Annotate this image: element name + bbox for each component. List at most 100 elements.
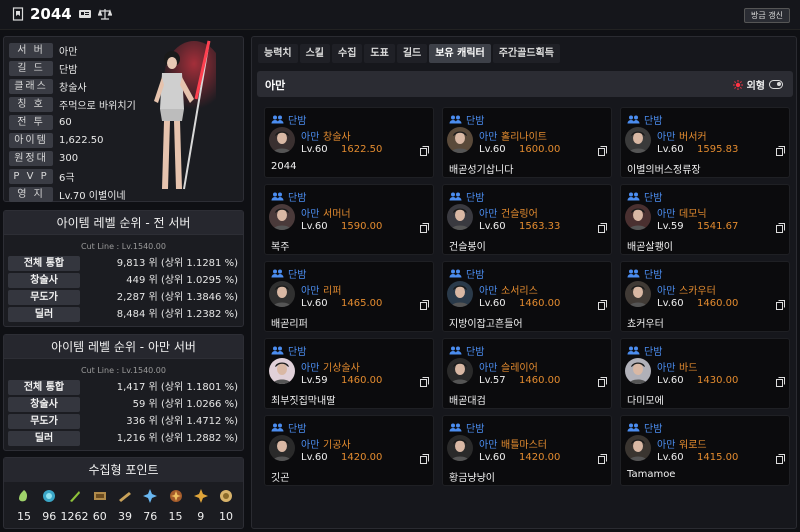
character-card[interactable]: 단밤 아만 창술사 Lv.60 1622.50 2044 (264, 107, 434, 178)
character-level: Lv.59 (657, 221, 684, 232)
copy-icon[interactable] (420, 300, 429, 310)
users-icon (449, 346, 462, 355)
copy-icon[interactable] (598, 377, 607, 387)
tab-1[interactable]: 스킬 (299, 44, 331, 63)
copy-icon[interactable] (776, 223, 785, 233)
character-server: 아만 (657, 132, 676, 143)
guild-name: 단밤 (288, 193, 307, 204)
guild-tag: 단밤 (627, 266, 662, 281)
collection-item[interactable]: 10 (214, 488, 238, 523)
profile-value: 창술사 (59, 82, 87, 94)
copy-icon[interactable] (420, 146, 429, 156)
character-card[interactable]: 단밤 아만 소서리스 Lv.60 1460.00 지방이잡고흔들어 (442, 261, 612, 332)
copy-icon[interactable] (420, 223, 429, 233)
copy-icon[interactable] (776, 146, 785, 156)
collection-item[interactable]: 39 (113, 488, 137, 523)
guild-tag: 단밤 (449, 420, 484, 435)
rank-all-cutline: Cut Line : Lv.1540.00 (81, 242, 166, 251)
collection-item[interactable]: 9 (189, 488, 213, 523)
tab-2[interactable]: 수집 (332, 44, 363, 63)
collection-item[interactable]: 15 (164, 488, 188, 523)
character-card[interactable]: 단밤 아만 바드 Lv.60 1430.00 다미모에 (620, 338, 790, 409)
collection-item[interactable]: 76 (138, 488, 162, 523)
guild-name: 단밤 (466, 116, 485, 127)
rank-value: 1,417 위 (상위 1.1801 %) (116, 382, 238, 393)
copy-icon[interactable] (598, 300, 607, 310)
character-class: 소서리스 (501, 286, 538, 297)
tab-3[interactable]: 도표 (364, 44, 395, 63)
guild-tag: 단밤 (271, 112, 306, 127)
character-class: 서머너 (323, 209, 351, 220)
character-avatar (447, 281, 473, 307)
character-level: Lv.59 (301, 375, 328, 386)
character-server: 아만 (657, 440, 676, 451)
copy-icon[interactable] (598, 454, 607, 464)
sun-icon (732, 79, 743, 90)
refresh-button[interactable]: 방금 갱신 (744, 8, 790, 23)
users-icon (271, 423, 284, 432)
rank-category-label: 전체 통합 (8, 380, 80, 395)
copy-icon[interactable] (598, 223, 607, 233)
character-name: 2044 (30, 5, 72, 23)
scale-icon[interactable] (97, 7, 112, 21)
character-card[interactable]: 단밤 아만 서머너 Lv.60 1590.00 복주 (264, 184, 434, 255)
copy-icon[interactable] (420, 454, 429, 464)
character-card[interactable]: 단밤 아만 리퍼 Lv.60 1465.00 배곧리퍼 (264, 261, 434, 332)
rank-category-label: 무도가 (8, 290, 80, 305)
character-card[interactable]: 단밤 아만 기공사 Lv.60 1420.00 깃곤 (264, 415, 434, 486)
toggle-switch[interactable] (769, 80, 783, 89)
character-card[interactable]: 단밤 아만 건슬링어 Lv.60 1563.33 건슬봉이 (442, 184, 612, 255)
character-card[interactable]: 단밤 아만 홀리나이트 Lv.60 1600.00 배곧성기삽니다 (442, 107, 612, 178)
character-item-level: 1420.00 (519, 452, 561, 463)
character-title: 2044 (12, 5, 112, 23)
character-name: 배곧살쾡이 (627, 242, 673, 253)
collection-item[interactable]: 96 (37, 488, 61, 523)
character-avatar (269, 435, 295, 461)
copy-icon[interactable] (598, 146, 607, 156)
character-avatar (447, 435, 473, 461)
character-avatar (447, 127, 473, 153)
character-card[interactable]: 단밤 아만 스카우터 Lv.60 1460.00 쵸커우터 (620, 261, 790, 332)
copy-icon[interactable] (776, 377, 785, 387)
character-card[interactable]: 단밤 아만 기상술사 Lv.59 1460.00 최부짓집막내딸 (264, 338, 434, 409)
profile-label: 아이템 (9, 132, 53, 148)
copy-icon[interactable] (776, 300, 785, 310)
guild-name: 단밤 (644, 347, 663, 358)
character-item-level: 1600.00 (519, 144, 561, 155)
id-card-icon[interactable] (78, 7, 92, 21)
copy-icon[interactable] (776, 454, 785, 464)
tab-4[interactable]: 길드 (396, 44, 428, 63)
character-item-level: 1563.33 (519, 221, 561, 232)
bookmark-icon[interactable] (12, 7, 24, 21)
appearance-toggle[interactable]: 외형 (732, 77, 783, 92)
collection-count: 9 (197, 510, 205, 523)
character-server: 아만 (657, 363, 676, 374)
character-card[interactable]: 단밤 아만 슬레이어 Lv.57 1460.00 배곧대검 (442, 338, 612, 409)
collection-item[interactable]: 60 (88, 488, 112, 523)
rank-category-label: 전체 통합 (8, 256, 80, 271)
character-card[interactable]: 단밤 아만 버서커 Lv.60 1595.83 이별의버스정류장 (620, 107, 790, 178)
character-card[interactable]: 단밤 아만 워로드 Lv.60 1415.00 Tamamoe (620, 415, 790, 486)
rank-all-title: 아이템 레벨 순위 - 전 서버 (4, 211, 243, 235)
guild-tag: 단밤 (271, 420, 306, 435)
guild-name: 단밤 (288, 116, 307, 127)
rank-category-label: 창술사 (8, 397, 80, 412)
tab-6[interactable]: 주간골드획득 (492, 44, 560, 63)
character-card[interactable]: 단밤 아만 배틀마스터 Lv.60 1420.00 황금냥냥이 (442, 415, 612, 486)
character-server: 아만 (657, 286, 676, 297)
guild-name: 단밤 (288, 424, 307, 435)
collection-item[interactable]: 1262 (61, 488, 89, 523)
collection-item[interactable]: 15 (12, 488, 36, 523)
character-level: Lv.57 (479, 375, 506, 386)
rank-row: 딜러 1,216 위 (상위 1.2882 %) (4, 430, 243, 447)
rank-row: 무도가 2,287 위 (상위 1.3846 %) (4, 289, 243, 306)
copy-icon[interactable] (420, 377, 429, 387)
server-header: 아만 외형 (257, 71, 793, 97)
character-server: 아만 (479, 132, 498, 143)
collection-count: 15 (17, 510, 31, 523)
tab-5[interactable]: 보유 캐릭터 (429, 44, 491, 63)
character-class: 바드 (679, 363, 698, 374)
tab-0[interactable]: 능력치 (258, 44, 298, 63)
character-card[interactable]: 단밤 아만 데모닉 Lv.59 1541.67 배곧살쾡이 (620, 184, 790, 255)
tab-bar: 능력치 스킬 수집 도표 길드 보유 캐릭터 주간골드획득 (258, 44, 560, 63)
